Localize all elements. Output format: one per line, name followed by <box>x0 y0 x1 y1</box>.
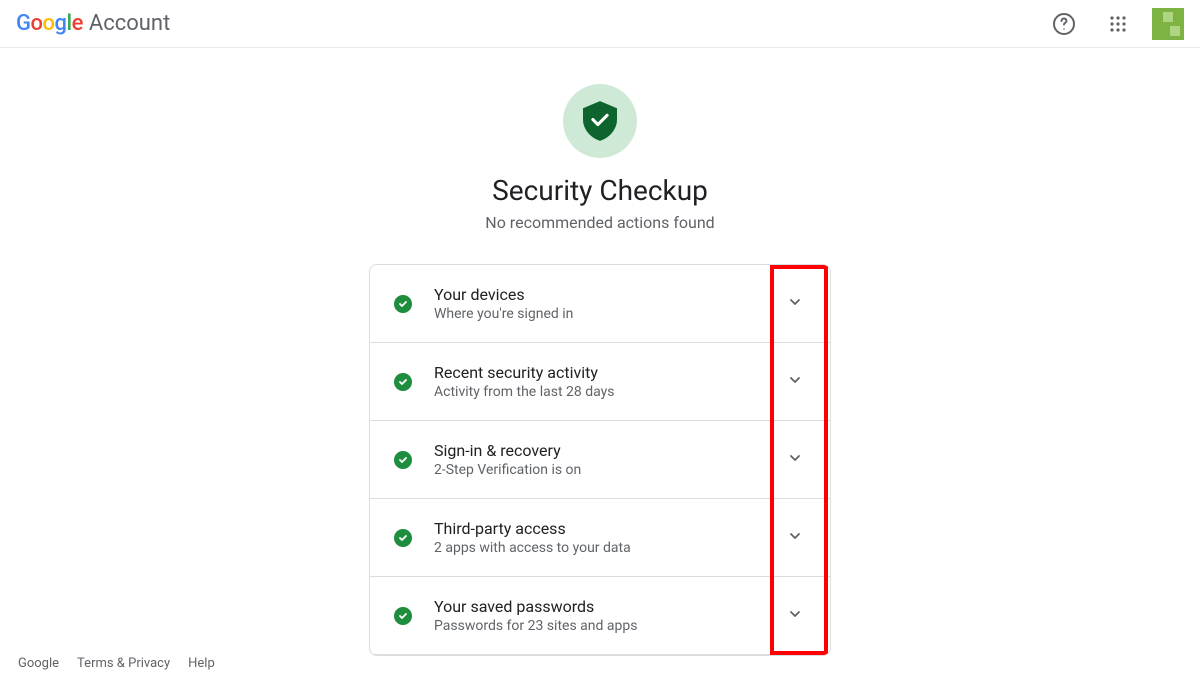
page-title: Security Checkup <box>492 174 708 207</box>
row-recent-activity[interactable]: Recent security activity Activity from t… <box>370 343 830 421</box>
row-saved-passwords[interactable]: Your saved passwords Passwords for 23 si… <box>370 577 830 655</box>
footer-google-link[interactable]: Google <box>18 656 59 671</box>
row-text: Your saved passwords Passwords for 23 si… <box>434 597 788 634</box>
header-left: G o o g l e Account <box>16 11 170 36</box>
row-title: Sign-in & recovery <box>434 441 788 460</box>
footer-help-link[interactable]: Help <box>188 656 215 671</box>
row-signin-recovery[interactable]: Sign-in & recovery 2-Step Verification i… <box>370 421 830 499</box>
account-label: Account <box>89 11 170 36</box>
row-title: Third-party access <box>434 519 788 538</box>
row-text: Sign-in & recovery 2-Step Verification i… <box>434 441 788 478</box>
row-subtitle: 2-Step Verification is on <box>434 462 788 478</box>
check-icon <box>394 451 412 469</box>
chevron-down-icon[interactable] <box>788 294 806 313</box>
row-subtitle: Passwords for 23 sites and apps <box>434 618 788 634</box>
check-icon <box>394 529 412 547</box>
row-subtitle: Where you're signed in <box>434 306 788 322</box>
google-logo[interactable]: G o o g l e <box>16 11 83 36</box>
header-right <box>1044 4 1184 44</box>
row-title: Recent security activity <box>434 363 788 382</box>
row-title: Your devices <box>434 285 788 304</box>
row-text: Third-party access 2 apps with access to… <box>434 519 788 556</box>
app-header: G o o g l e Account <box>0 0 1200 48</box>
footer: Google Terms & Privacy Help <box>18 656 215 675</box>
check-icon <box>394 607 412 625</box>
chevron-down-icon[interactable] <box>788 528 806 547</box>
check-icon <box>394 373 412 391</box>
avatar[interactable] <box>1152 8 1184 40</box>
checkup-card: Your devices Where you're signed in Rece… <box>369 264 831 656</box>
page-subtitle: No recommended actions found <box>485 213 714 232</box>
row-subtitle: 2 apps with access to your data <box>434 540 788 556</box>
shield-check-icon <box>583 101 617 141</box>
row-text: Your devices Where you're signed in <box>434 285 788 322</box>
main-content: Security Checkup No recommended actions … <box>0 48 1200 656</box>
row-subtitle: Activity from the last 28 days <box>434 384 788 400</box>
shield-badge <box>563 84 637 158</box>
row-your-devices[interactable]: Your devices Where you're signed in <box>370 265 830 343</box>
chevron-down-icon[interactable] <box>788 450 806 469</box>
chevron-down-icon[interactable] <box>788 372 806 391</box>
row-title: Your saved passwords <box>434 597 788 616</box>
footer-terms-link[interactable]: Terms & Privacy <box>77 656 170 671</box>
apps-grid-icon[interactable] <box>1098 4 1138 44</box>
row-third-party[interactable]: Third-party access 2 apps with access to… <box>370 499 830 577</box>
chevron-down-icon[interactable] <box>788 606 806 625</box>
help-icon[interactable] <box>1044 4 1084 44</box>
check-icon <box>394 295 412 313</box>
row-text: Recent security activity Activity from t… <box>434 363 788 400</box>
